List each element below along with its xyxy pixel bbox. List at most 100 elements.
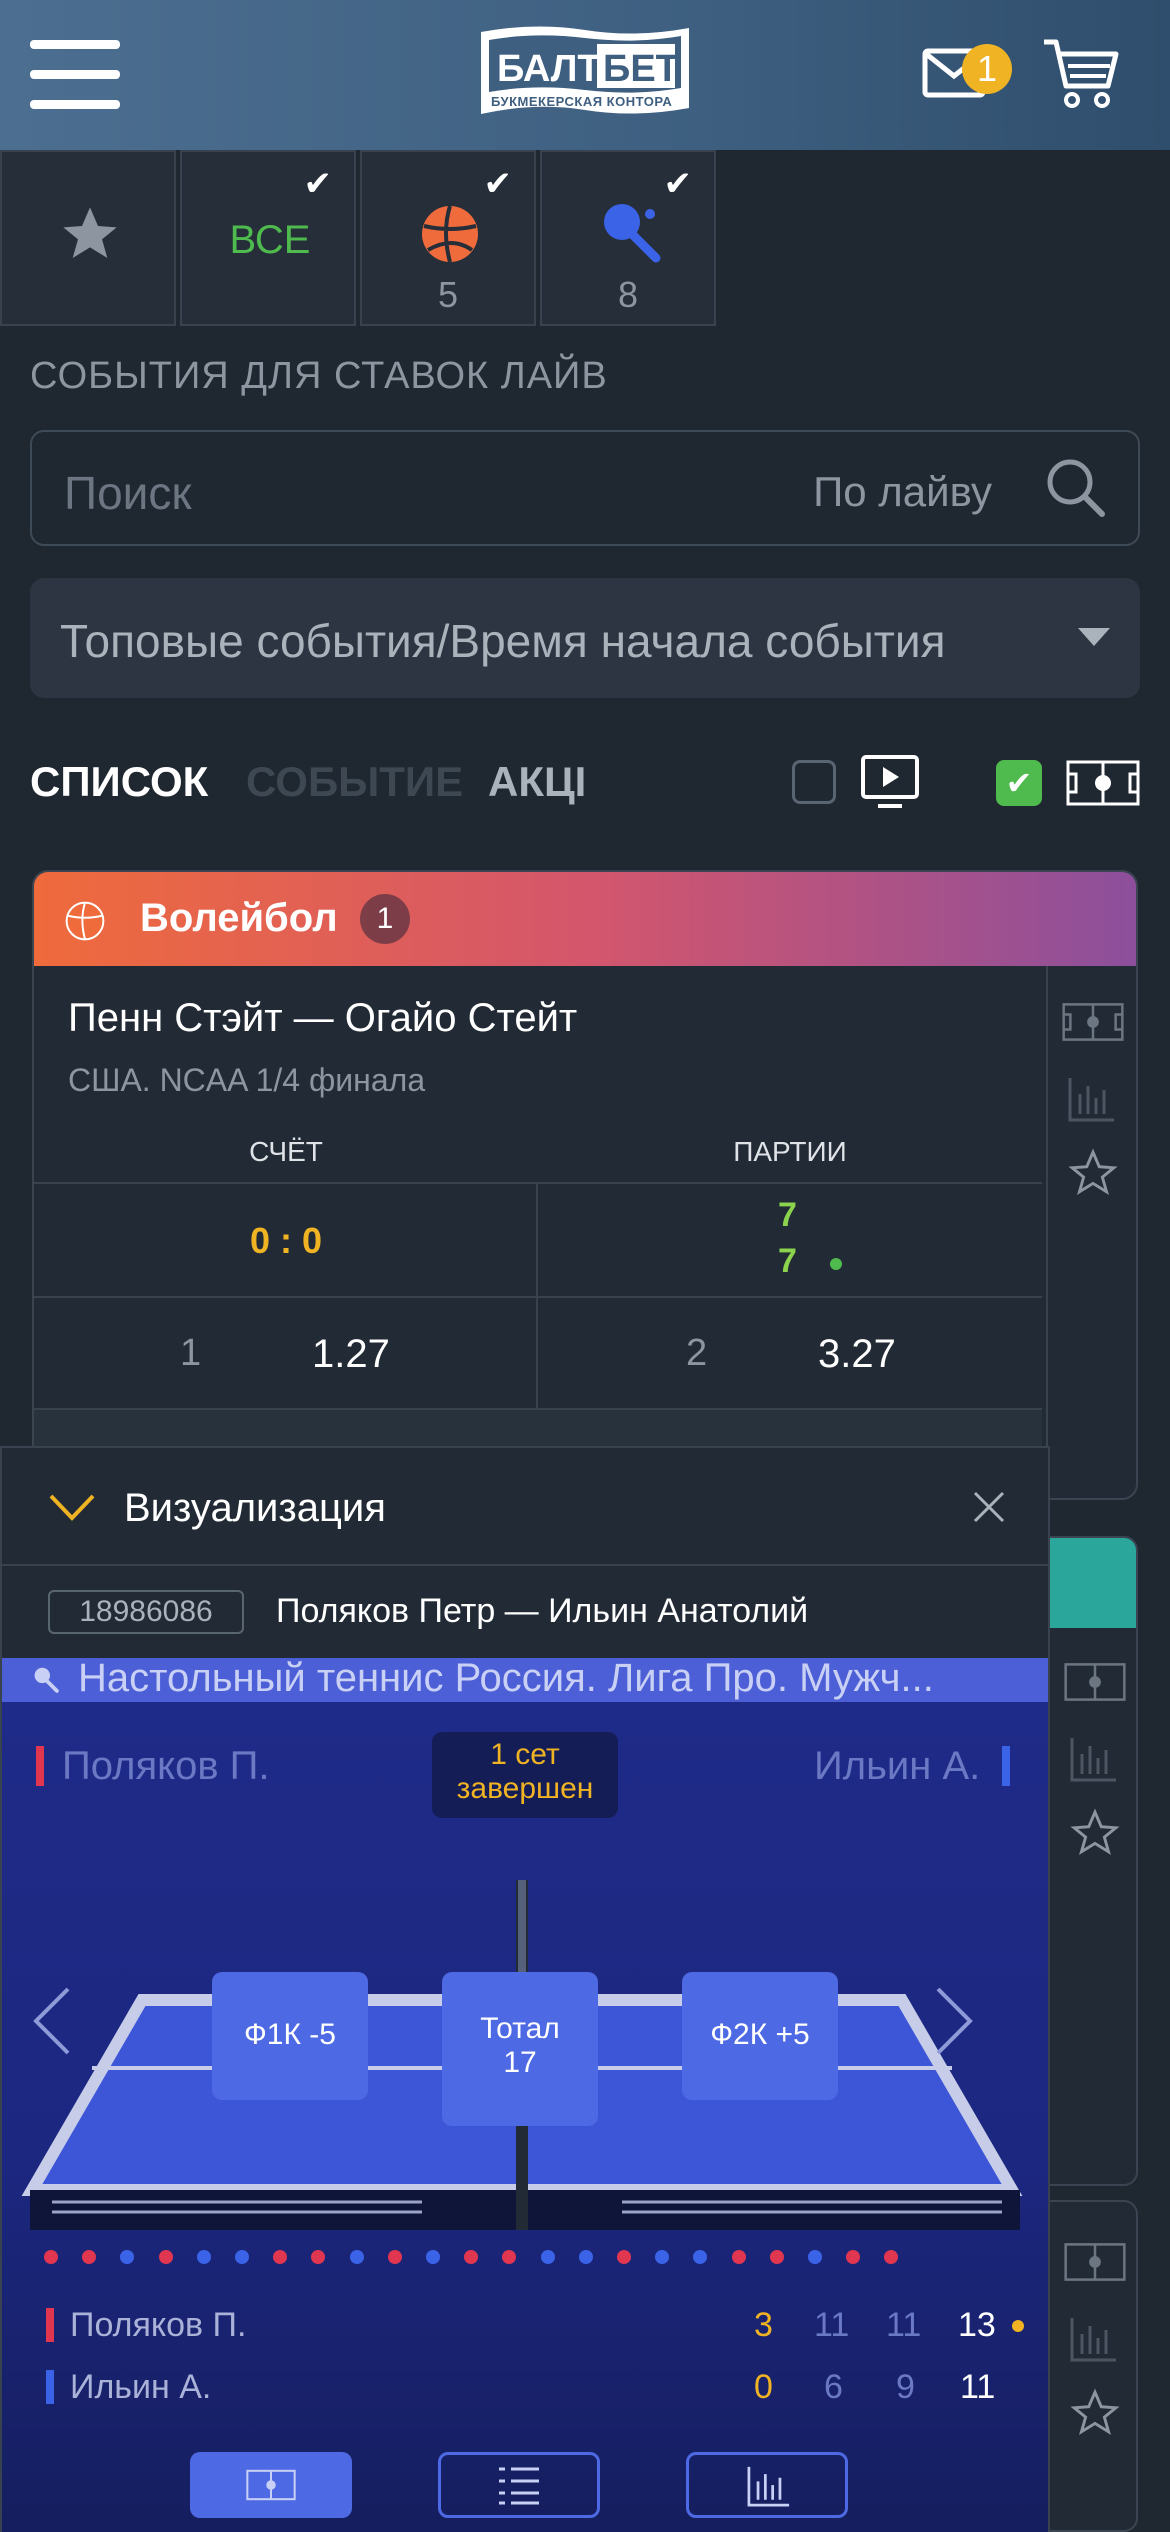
stats-icon[interactable] bbox=[1070, 1736, 1118, 1787]
score-p1-current: 3 bbox=[754, 2306, 773, 2344]
check-icon: ✔ bbox=[303, 165, 333, 203]
star-icon[interactable] bbox=[1070, 2388, 1120, 2443]
logo-text-balt: БАЛТ bbox=[497, 48, 601, 90]
video-icon bbox=[860, 754, 920, 817]
sets-home: 7 bbox=[778, 1196, 797, 1234]
event-league: США. NCAA 1/4 финала bbox=[68, 1062, 426, 1098]
odds-value: 3.27 bbox=[818, 1332, 896, 1376]
tab-volleyball[interactable]: ✔ 5 bbox=[360, 150, 536, 326]
star-icon[interactable] bbox=[1070, 1808, 1120, 1863]
score-p2-set: 11 bbox=[960, 2368, 996, 2406]
sport-name: Волейбол bbox=[140, 896, 338, 940]
sport-count-badge: 1 bbox=[360, 894, 410, 944]
bet-chip-total[interactable]: Тотал 17 bbox=[442, 1972, 598, 2126]
player1-score-marker bbox=[46, 2308, 54, 2342]
list-icon bbox=[499, 2467, 539, 2505]
rally-dot bbox=[196, 2250, 211, 2264]
field-icon[interactable] bbox=[1064, 1662, 1126, 1707]
visualization-title: Визуализация bbox=[124, 1486, 386, 1530]
rally-dot bbox=[158, 2250, 173, 2264]
field-view-button[interactable] bbox=[190, 2452, 352, 2518]
prev-arrow-icon[interactable] bbox=[32, 1986, 72, 2061]
player2-name: Ильин А. bbox=[814, 1744, 981, 1788]
search-mode-label: По лайву bbox=[813, 468, 992, 515]
sort-selected-value: Топовые события/Время начала события bbox=[60, 615, 946, 667]
sport-header[interactable]: Волейбол 1 bbox=[34, 872, 1136, 966]
rally-dot bbox=[387, 2250, 402, 2264]
player1-name: Поляков П. bbox=[62, 1744, 270, 1788]
set-status-badge: 1 сет завершен bbox=[432, 1732, 618, 1818]
odds-label: 1 bbox=[180, 1332, 202, 1374]
rally-dot bbox=[846, 2250, 861, 2264]
serve-indicator bbox=[1012, 2320, 1024, 2332]
star-icon[interactable] bbox=[1068, 1148, 1118, 1203]
tab-all-label: ВСЕ bbox=[229, 218, 311, 262]
tab-event[interactable]: СОБЫТИЕ bbox=[246, 758, 463, 806]
stats-icon[interactable] bbox=[1068, 1076, 1116, 1127]
rally-dot bbox=[311, 2250, 326, 2264]
field-icon[interactable] bbox=[1064, 2242, 1126, 2287]
table-tennis-icon bbox=[598, 200, 668, 275]
odds-button-2[interactable]: 2 3.27 bbox=[538, 1296, 1042, 1408]
stats-icon bbox=[747, 2466, 790, 2507]
chevron-down-icon[interactable] bbox=[48, 1492, 96, 1527]
video-filter-checkbox[interactable] bbox=[792, 760, 836, 804]
rally-dot bbox=[693, 2250, 708, 2264]
list-view-button[interactable] bbox=[438, 2452, 600, 2518]
rally-dot bbox=[426, 2250, 440, 2264]
menu-icon[interactable] bbox=[30, 40, 120, 110]
field-icon[interactable] bbox=[1062, 1002, 1124, 1047]
tab-favorites[interactable] bbox=[0, 150, 176, 326]
score-p2-set: 9 bbox=[896, 2368, 915, 2406]
score-p1-set: 13 bbox=[958, 2306, 996, 2344]
tab-table-tennis[interactable]: ✔ 8 bbox=[540, 150, 716, 326]
rally-dot bbox=[44, 2250, 58, 2264]
odds-button-1[interactable]: 1 1.27 bbox=[34, 1296, 538, 1408]
tab-volleyball-count: 5 bbox=[437, 274, 459, 315]
bet-chip-value: 17 bbox=[503, 2046, 537, 2079]
event-actions bbox=[1046, 966, 1136, 1498]
score-p1-set: 11 bbox=[814, 2306, 850, 2344]
odds-value: 1.27 bbox=[312, 1332, 390, 1376]
tab-list[interactable]: СПИСОК bbox=[30, 758, 208, 806]
field-icon bbox=[1066, 760, 1140, 811]
bet-chip-label: Тотал bbox=[480, 2012, 560, 2045]
rally-dot bbox=[540, 2250, 555, 2264]
baltbet-logo[interactable]: БАЛТ БЕТ БУКМЕКЕРСКАЯ КОНТОРА bbox=[475, 22, 695, 126]
search-input[interactable]: Поиск bbox=[64, 466, 191, 520]
tab-promo[interactable]: АКЦІ bbox=[488, 758, 588, 806]
league-name: Настольный теннис Россия. Лига Про. Мужч… bbox=[78, 1656, 934, 1700]
search-icon[interactable] bbox=[1044, 456, 1108, 525]
visual-filter-checkbox[interactable]: ✔ bbox=[996, 760, 1042, 806]
logo-text-bet: БЕТ bbox=[603, 48, 679, 90]
next-arrow-icon[interactable] bbox=[934, 1986, 974, 2061]
score-p2-set: 6 bbox=[824, 2368, 843, 2406]
close-icon[interactable] bbox=[972, 1490, 1006, 1529]
score-header: СЧЁТ bbox=[249, 1136, 323, 1167]
sets-away: 7 bbox=[778, 1242, 797, 1280]
stats-icon[interactable] bbox=[1070, 2316, 1118, 2367]
league-bar: Настольный теннис Россия. Лига Про. Мужч… bbox=[2, 1656, 1048, 1702]
sort-select[interactable]: Топовые события/Время начала события bbox=[30, 578, 1140, 698]
search-field[interactable]: Поиск По лайву bbox=[30, 430, 1140, 546]
player2-marker bbox=[1002, 1746, 1010, 1786]
rally-dot bbox=[464, 2250, 479, 2264]
cart-icon[interactable] bbox=[1040, 34, 1120, 114]
score-p2-current: 0 bbox=[754, 2368, 773, 2406]
rally-dot bbox=[235, 2250, 249, 2264]
bet-chip-label: Ф1К -5 bbox=[244, 2018, 336, 2051]
star-icon bbox=[58, 202, 122, 271]
visualization-header[interactable]: Визуализация bbox=[2, 1448, 1048, 1566]
player2-score-marker bbox=[46, 2370, 54, 2404]
bet-chip-handicap1[interactable]: Ф1К -5 bbox=[212, 1972, 368, 2100]
rally-dot bbox=[769, 2250, 784, 2264]
tab-all[interactable]: ✔ ВСЕ bbox=[180, 150, 356, 326]
volleyball-icon bbox=[64, 900, 106, 947]
app-header: БАЛТ БЕТ БУКМЕКЕРСКАЯ КОНТОРА 1 bbox=[0, 0, 1170, 150]
bet-chip-handicap2[interactable]: Ф2К +5 bbox=[682, 1972, 838, 2100]
score-cell: 0 : 0 bbox=[34, 1182, 538, 1298]
logo-subtitle: БУКМЕКЕРСКАЯ КОНТОРА bbox=[491, 94, 673, 109]
stats-view-button[interactable] bbox=[686, 2452, 848, 2518]
event-title[interactable]: Пенн Стэйт — Огайо Стейт bbox=[68, 996, 577, 1041]
rally-history bbox=[44, 2250, 964, 2270]
